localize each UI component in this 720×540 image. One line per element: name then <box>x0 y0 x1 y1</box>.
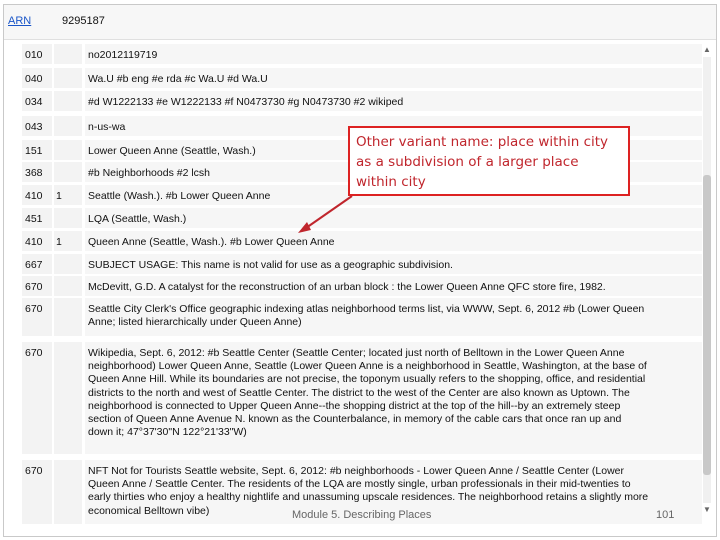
arn-link[interactable]: ARN <box>8 15 31 27</box>
table-row[interactable]: 010 no2012119719 <box>22 44 702 64</box>
field-data: Queen Anne (Seattle, Wash.). #b Lower Qu… <box>85 231 702 251</box>
field-indicator <box>54 91 82 111</box>
field-indicator <box>54 342 82 454</box>
arn-value: 9295187 <box>62 15 105 27</box>
field-data: Wikipedia, Sept. 6, 2012: #b Seattle Cen… <box>85 342 702 454</box>
table-row[interactable]: 670 Seattle City Clerk's Office geograph… <box>22 298 702 336</box>
field-indicator <box>54 254 82 274</box>
field-tag: 010 <box>22 44 52 64</box>
field-indicator <box>54 298 82 336</box>
field-tag: 040 <box>22 68 52 88</box>
field-tag: 151 <box>22 140 52 160</box>
field-indicator <box>54 276 82 296</box>
table-row[interactable]: 451 LQA (Seattle, Wash.) <box>22 208 702 228</box>
field-data: no2012119719 <box>85 44 702 64</box>
field-tag: 034 <box>22 91 52 111</box>
record-header: ARN 9295187 <box>4 5 716 40</box>
field-tag: 410 <box>22 231 52 251</box>
field-tag: 667 <box>22 254 52 274</box>
field-tag: 670 <box>22 342 52 454</box>
field-data: #d W1222133 #e W1222133 #f N0473730 #g N… <box>85 91 702 111</box>
field-indicator <box>54 162 82 182</box>
field-data: LQA (Seattle, Wash.) <box>85 208 702 228</box>
scroll-up-icon[interactable]: ▲ <box>702 45 712 55</box>
table-row[interactable]: 670 Wikipedia, Sept. 6, 2012: #b Seattle… <box>22 342 702 454</box>
slide-footer-title: Module 5. Describing Places <box>292 509 432 521</box>
field-indicator <box>54 460 82 524</box>
annotation-callout: Other variant name: place within city as… <box>348 126 630 196</box>
field-indicator <box>54 68 82 88</box>
field-tag: 368 <box>22 162 52 182</box>
field-data: Seattle City Clerk's Office geographic i… <box>85 298 702 336</box>
field-tag: 410 <box>22 185 52 205</box>
field-indicator <box>54 140 82 160</box>
scrollbar-thumb[interactable] <box>703 175 711 475</box>
field-tag: 670 <box>22 460 52 524</box>
table-row[interactable]: 670 McDevitt, G.D. A catalyst for the re… <box>22 276 702 296</box>
slide-page-number: 101 <box>656 509 675 521</box>
field-indicator <box>54 116 82 136</box>
table-row[interactable]: 040 Wa.U #b eng #e rda #c Wa.U #d Wa.U <box>22 68 702 88</box>
field-data: Wa.U #b eng #e rda #c Wa.U #d Wa.U <box>85 68 702 88</box>
table-row[interactable]: 667 SUBJECT USAGE: This name is not vali… <box>22 254 702 274</box>
field-indicator: 1 <box>54 231 82 251</box>
field-indicator <box>54 44 82 64</box>
field-tag: 670 <box>22 276 52 296</box>
field-tag: 043 <box>22 116 52 136</box>
field-data: SUBJECT USAGE: This name is not valid fo… <box>85 254 702 274</box>
field-indicator: 1 <box>54 185 82 205</box>
table-row[interactable]: 410 1 Queen Anne (Seattle, Wash.). #b Lo… <box>22 231 702 251</box>
field-tag: 451 <box>22 208 52 228</box>
scroll-down-icon[interactable]: ▼ <box>702 505 712 515</box>
field-indicator <box>54 208 82 228</box>
field-tag: 670 <box>22 298 52 336</box>
table-row[interactable]: 034 #d W1222133 #e W1222133 #f N0473730 … <box>22 91 702 111</box>
field-data: McDevitt, G.D. A catalyst for the recons… <box>85 276 702 296</box>
